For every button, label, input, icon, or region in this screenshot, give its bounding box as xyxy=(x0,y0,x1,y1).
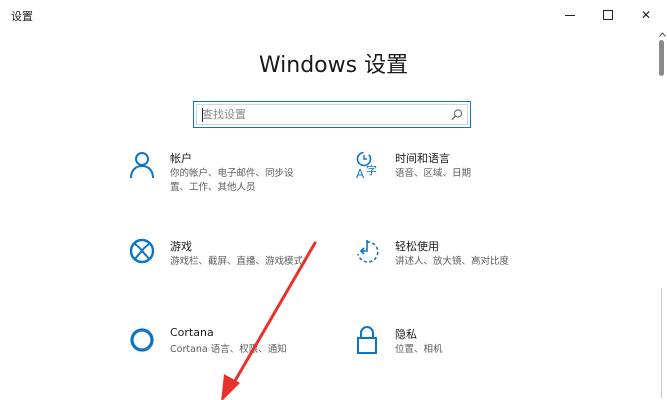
minimize-button[interactable] xyxy=(550,0,590,30)
scroll-track xyxy=(661,288,662,398)
text-caret xyxy=(202,108,203,122)
title-bar[interactable]: 设置 ✕ xyxy=(0,0,667,30)
tile-title: 轻松使用 xyxy=(395,240,439,253)
scroll-up-icon[interactable] xyxy=(658,30,666,38)
minimize-icon xyxy=(565,14,575,16)
ease-of-access-icon xyxy=(357,240,379,263)
maximize-icon xyxy=(603,10,613,20)
time-language-icon: A 字 xyxy=(356,151,377,180)
tile-desc-line: Cortana 语言、权限、通知 xyxy=(170,344,287,355)
vertical-scrollbar[interactable] xyxy=(657,30,667,400)
tile-description: 讲述人、放大镜、高对比度 xyxy=(395,255,555,269)
tile-privacy[interactable]: 隐私 位置、相机 xyxy=(354,326,554,386)
window-title: 设置 xyxy=(11,10,33,23)
tile-ease-of-access[interactable]: 轻松使用 讲述人、放大镜、高对比度 xyxy=(354,238,554,298)
xbox-icon xyxy=(129,238,155,264)
tile-description: Cortana 语言、权限、通知 xyxy=(170,343,330,357)
tile-title: 隐私 xyxy=(395,328,417,341)
tile-description: 你的帐户、电子邮件、同步设 置、工作、其他人员 xyxy=(170,167,330,195)
tile-time-language[interactable]: A 字 时间和语言 语音、区域、日期 xyxy=(354,150,554,210)
tile-title: 时间和语言 xyxy=(395,152,450,165)
person-icon xyxy=(130,152,154,179)
tile-desc-line: 你的帐户、电子邮件、同步设 xyxy=(170,168,294,179)
page-title: Windows 设置 xyxy=(258,53,409,78)
tile-desc-line: 游戏栏、截屏、直播、游戏模式 xyxy=(170,256,304,267)
search-input[interactable] xyxy=(202,106,442,123)
svg-text:A: A xyxy=(356,167,365,180)
tile-desc-line: 位置、相机 xyxy=(395,344,443,355)
search-box[interactable] xyxy=(193,101,471,128)
tile-accounts[interactable]: 帐户 你的帐户、电子邮件、同步设 置、工作、其他人员 xyxy=(129,150,329,210)
tile-description: 位置、相机 xyxy=(395,343,555,357)
tile-description: 游戏栏、截屏、直播、游戏模式 xyxy=(170,255,330,269)
cortana-icon xyxy=(130,328,154,352)
tile-description: 语音、区域、日期 xyxy=(395,167,555,181)
tile-title: 游戏 xyxy=(170,240,192,253)
tile-desc-line: 置、工作、其他人员 xyxy=(170,182,256,193)
tile-title: 帐户 xyxy=(170,152,192,165)
maximize-button[interactable] xyxy=(588,0,628,30)
tile-desc-line: 讲述人、放大镜、高对比度 xyxy=(395,256,510,267)
lock-icon xyxy=(357,326,377,354)
close-icon: ✕ xyxy=(640,8,652,22)
settings-window: 设置 ✕ Windows 设置 帐户 xyxy=(0,0,667,400)
tile-title: Cortana xyxy=(170,326,214,339)
svg-text:字: 字 xyxy=(366,163,377,177)
tile-desc-line: 语音、区域、日期 xyxy=(395,168,472,179)
close-button[interactable]: ✕ xyxy=(626,0,666,30)
tile-cortana[interactable]: Cortana Cortana 语言、权限、通知 xyxy=(129,326,329,386)
search-icon[interactable] xyxy=(450,108,464,122)
tile-gaming[interactable]: 游戏 游戏栏、截屏、直播、游戏模式 xyxy=(129,238,329,298)
